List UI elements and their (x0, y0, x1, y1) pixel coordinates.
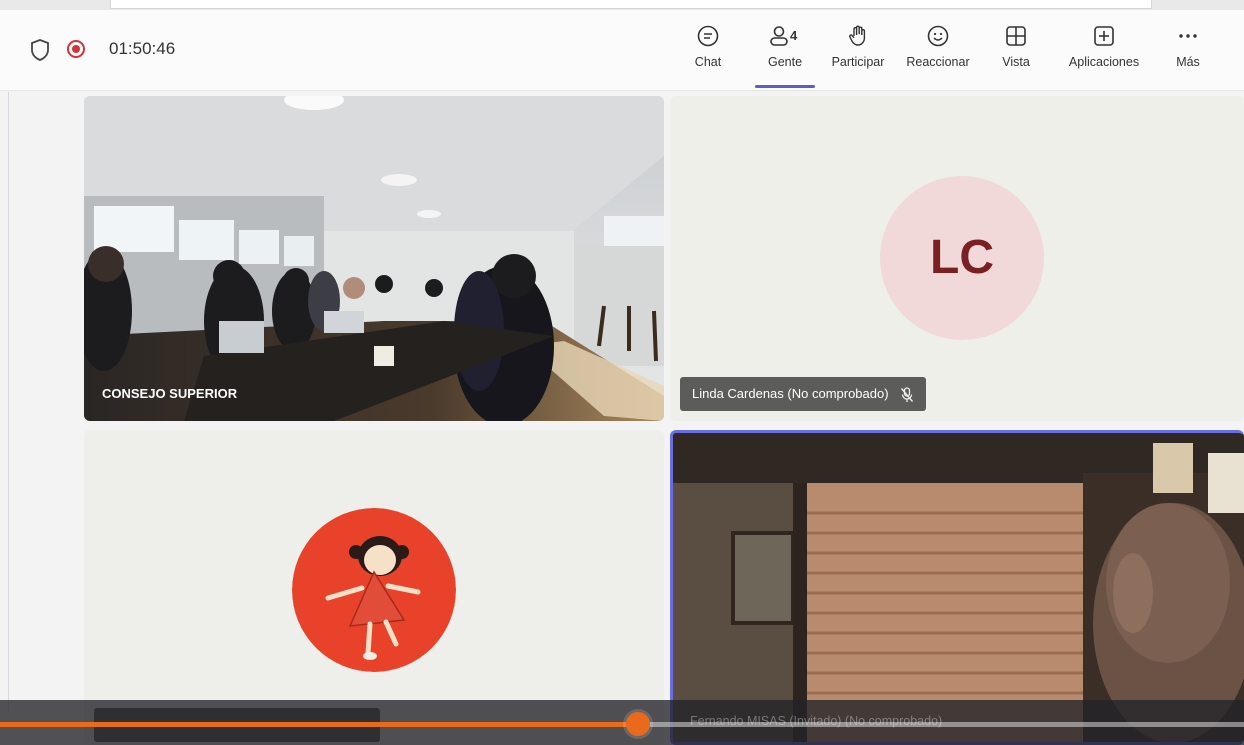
smiley-icon (927, 25, 949, 47)
raise-hand-label: Participar (831, 55, 885, 69)
video-tile-active-speaker[interactable] (670, 430, 1244, 745)
people-count-badge: 4 (790, 28, 798, 43)
meeting-toolbar: 01:50:46 Chat 4 Gente Participar Reaccio (0, 10, 1244, 91)
chat-label: Chat (694, 55, 722, 69)
meeting-timer: 01:50:46 (109, 39, 176, 58)
address-bar-edge (110, 0, 1152, 9)
window-top-strip (0, 0, 1244, 10)
raise-hand-icon (849, 25, 866, 46)
recording-indicator-icon (67, 40, 85, 58)
people-label: Gente (767, 55, 803, 69)
shield-icon[interactable] (30, 39, 50, 61)
overlay-caption: Fernando MISAS (Invitado) (No comprobado… (690, 714, 943, 728)
room-video-feed (84, 96, 664, 421)
profile-picture (292, 508, 456, 672)
tile-name-label: Linda Cardenas (No comprobado) (680, 377, 927, 411)
playback-bar: Fernando MISAS (Invitado) (No comprobado… (0, 700, 1244, 745)
raise-hand-button[interactable]: Participar (826, 24, 890, 84)
apps-label: Aplicaciones (1068, 55, 1140, 69)
people-button[interactable]: 4 Gente (755, 24, 815, 88)
chat-button[interactable]: Chat (688, 24, 728, 84)
more-button[interactable]: Más (1170, 24, 1206, 84)
grid-view-icon (1006, 26, 1026, 46)
video-tile-consejo-superior[interactable]: CONSEJO SUPERIOR (84, 96, 664, 421)
cartoon-avatar-image (292, 508, 456, 672)
apps-button[interactable]: Aplicaciones (1060, 24, 1148, 84)
people-icon (770, 26, 788, 46)
plus-square-icon (1094, 26, 1114, 46)
view-label: Vista (1002, 55, 1030, 69)
progress-fill (0, 722, 639, 727)
video-tile-linda-cardenas[interactable]: LC Linda Cardenas (No comprobado) (670, 96, 1244, 421)
chat-icon (697, 25, 719, 47)
mic-off-icon (901, 386, 914, 402)
participant-name: Linda Cardenas (No comprobado) (692, 386, 889, 401)
more-label: Más (1176, 55, 1200, 69)
video-tile-image-avatar[interactable] (84, 430, 664, 745)
more-dots-icon (1179, 34, 1197, 38)
speaker-video-feed (673, 433, 1244, 742)
view-button[interactable]: Vista (996, 24, 1036, 84)
divider (8, 92, 9, 712)
react-button[interactable]: Reaccionar (900, 24, 976, 84)
progress-knob[interactable] (626, 712, 651, 736)
react-label: Reaccionar (906, 55, 970, 69)
avatar-initials: LC (880, 176, 1044, 340)
active-tab-indicator (755, 85, 815, 88)
left-gutter (0, 92, 84, 745)
tile-name-label: CONSEJO SUPERIOR (102, 386, 238, 401)
